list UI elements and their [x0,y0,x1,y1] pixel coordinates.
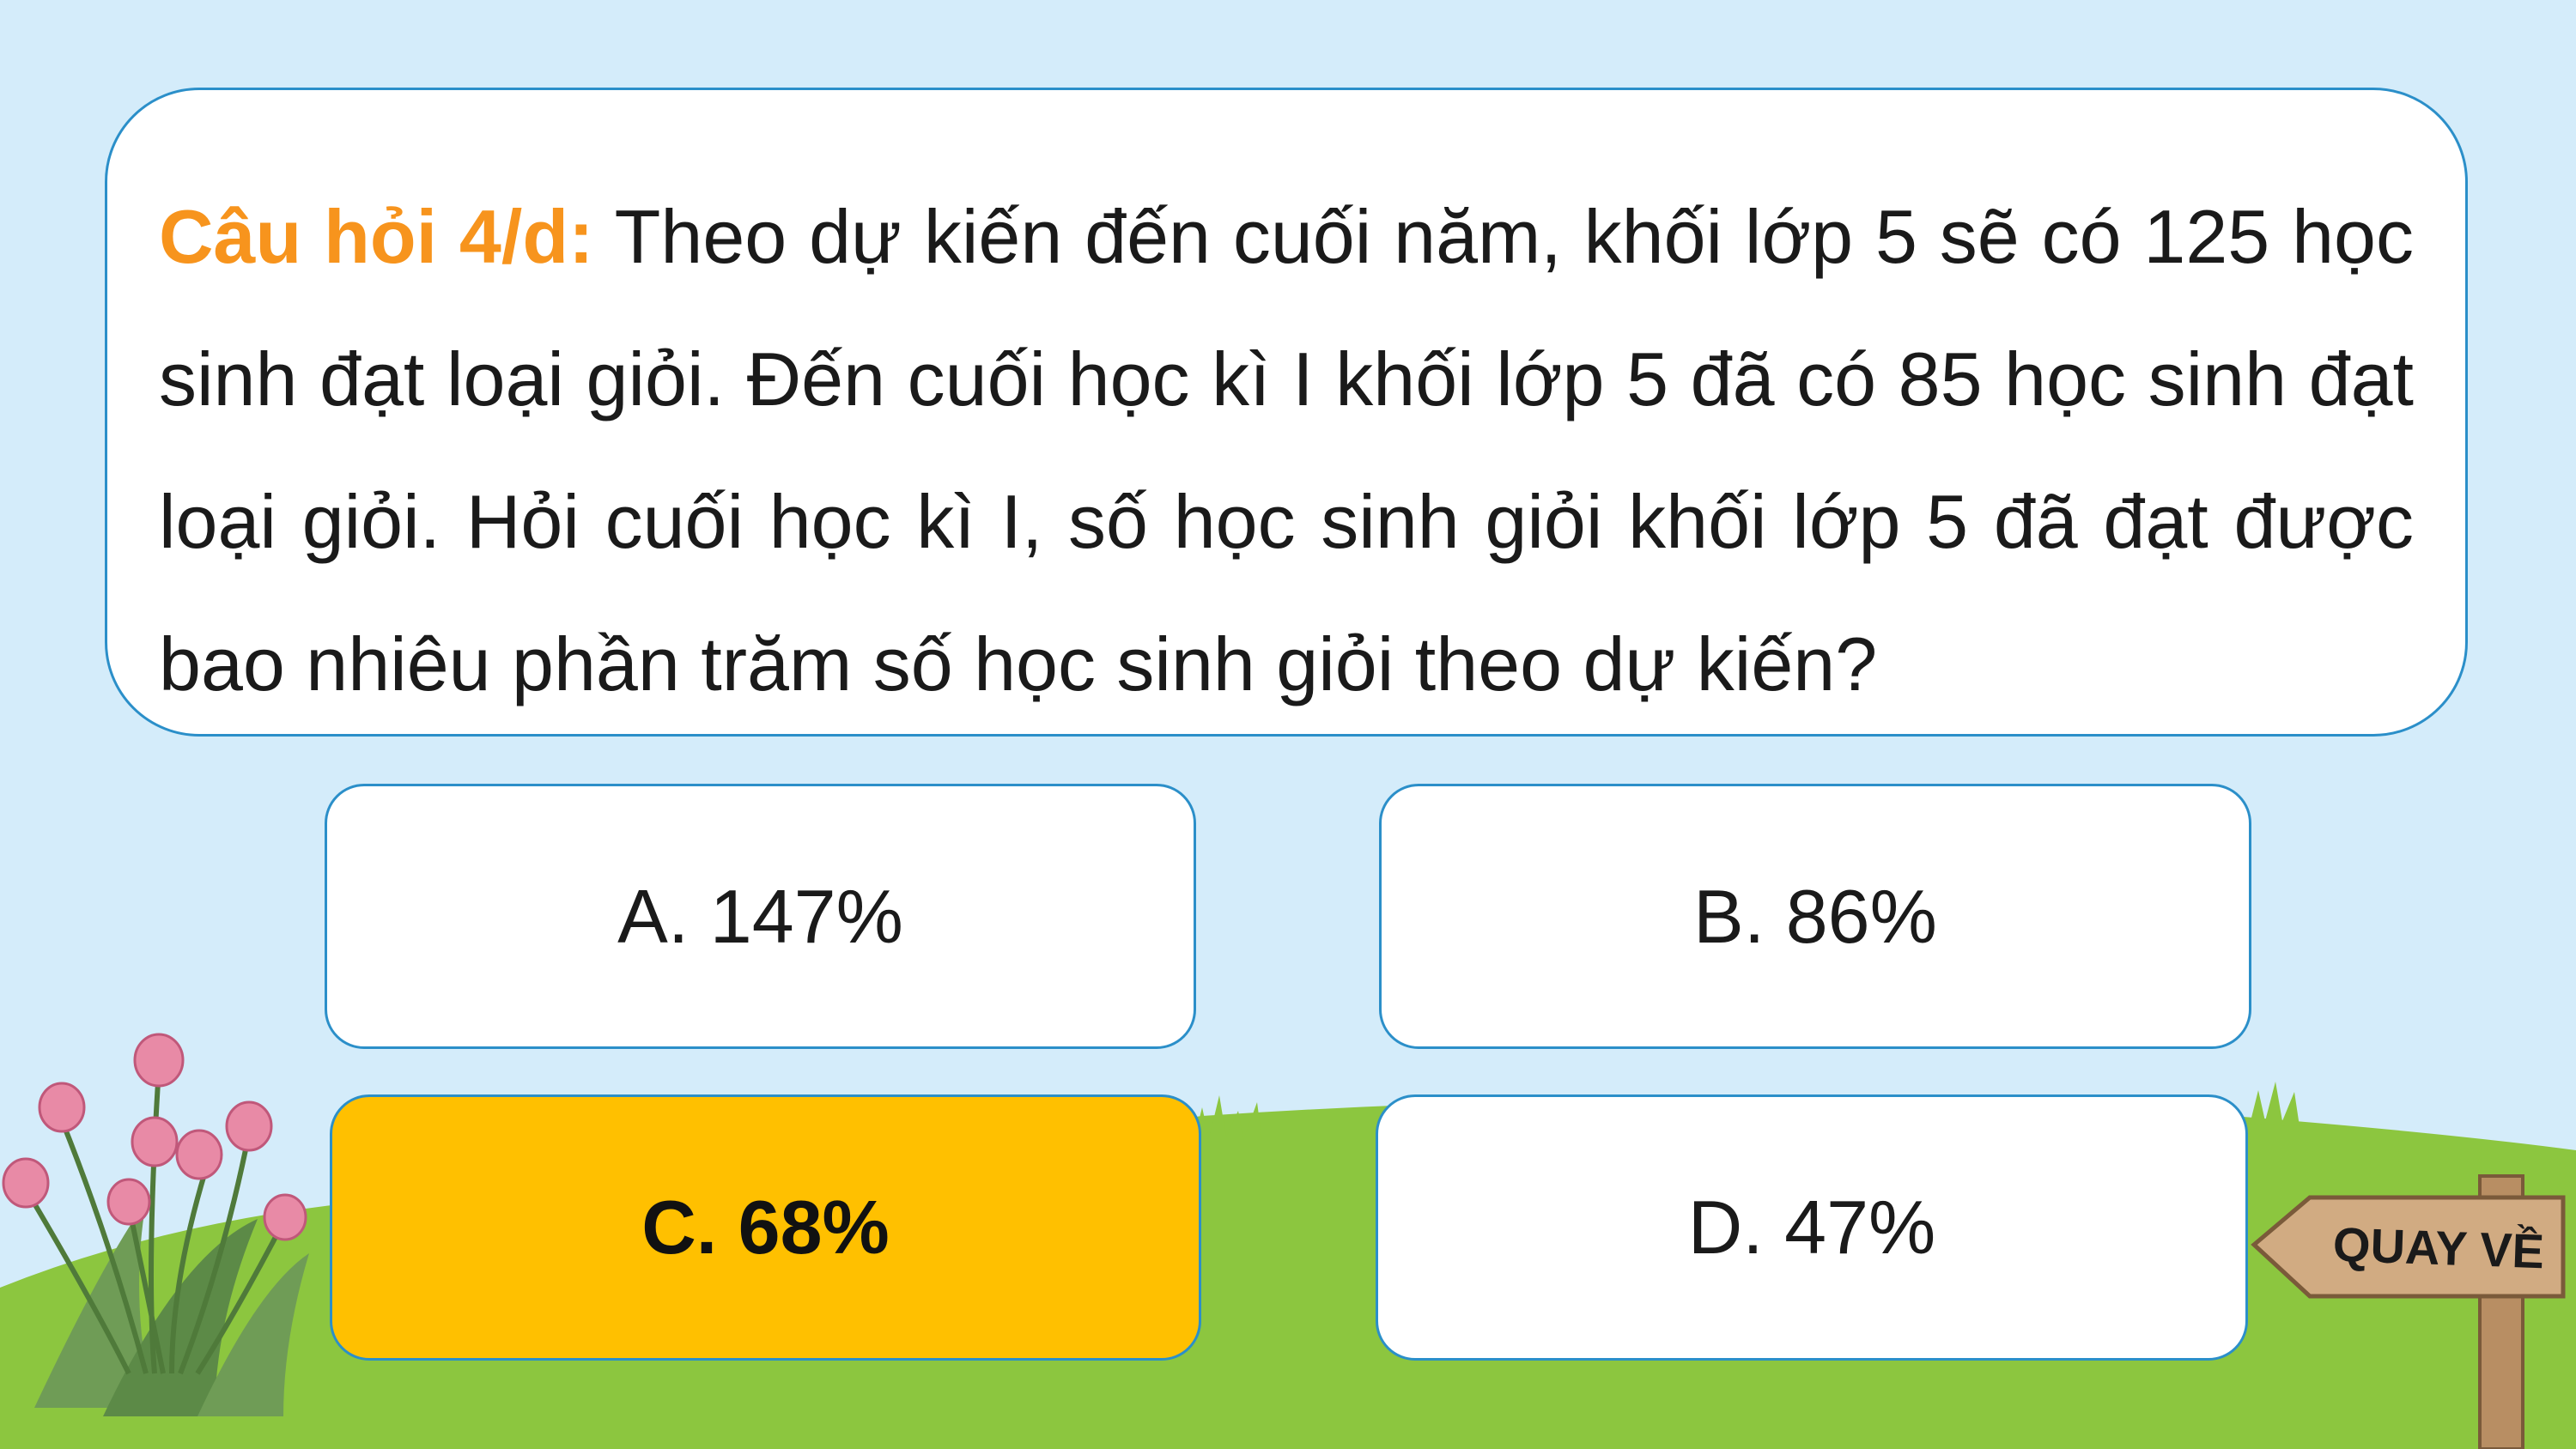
question-label: Câu hỏi 4/d: [159,194,594,279]
question-card: Câu hỏi 4/d: Theo dự kiến đến cuối năm, … [105,88,2468,737]
answer-option-a[interactable]: A. 147% [325,784,1196,1049]
answer-option-b[interactable]: B. 86% [1379,784,2251,1049]
back-button[interactable] [2248,1185,2574,1313]
answer-option-c[interactable]: C. 68% [330,1094,1201,1361]
answer-option-d[interactable]: D. 47% [1376,1094,2248,1361]
